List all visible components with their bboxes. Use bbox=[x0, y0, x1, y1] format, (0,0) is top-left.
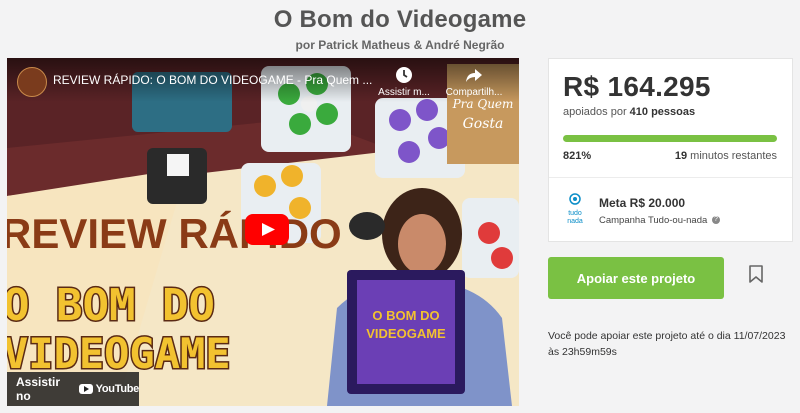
watch-later-button[interactable]: Assistir m... bbox=[369, 66, 439, 98]
time-remaining: 19 minutos restantes bbox=[675, 150, 777, 162]
box-text-2: VIDEOGAME bbox=[366, 326, 446, 341]
thumbnail-headline-2: O BOM DO bbox=[7, 280, 215, 331]
share-button[interactable]: Compartilh... bbox=[439, 66, 509, 98]
video-title[interactable]: REVIEW RÁPIDO: O BOM DO VIDEOGAME - Pra … bbox=[53, 73, 383, 87]
share-label: Compartilh... bbox=[445, 87, 503, 98]
funding-goal: Meta R$ 20.000 bbox=[599, 196, 686, 210]
page-title: O Bom do Videogame bbox=[273, 6, 527, 33]
thumbnail-headline-3: VIDEOGAME bbox=[7, 329, 231, 378]
tudo-ou-nada-icon: tudo nada bbox=[563, 192, 587, 226]
channel-avatar[interactable] bbox=[17, 67, 47, 97]
clock-icon bbox=[396, 67, 412, 83]
amount-raised: R$ 164.295 bbox=[563, 71, 711, 102]
tudo-ou-nada-symbol-icon bbox=[569, 193, 581, 205]
progress-percent: 821% bbox=[563, 150, 592, 162]
youtube-logo: YouTube bbox=[78, 383, 140, 395]
campaign-type-label: Campanha Tudo-ou-nada bbox=[599, 215, 708, 226]
time-label: minutos restantes bbox=[690, 150, 777, 162]
watch-on-label: Assistir no bbox=[16, 375, 61, 403]
byline: por Patrick Matheus & André Negrão bbox=[295, 38, 505, 52]
play-button-icon[interactable] bbox=[245, 214, 289, 245]
backers-count: 410 pessoas bbox=[629, 106, 696, 118]
watch-later-label: Assistir m... bbox=[378, 87, 430, 98]
campaign-type[interactable]: Campanha Tudo-ou-nada ? bbox=[599, 215, 720, 226]
video-player[interactable]: Pra Quem Gosta REVIEW RÁPIDO O BOM DO VI… bbox=[7, 58, 519, 406]
funding-stats-card: R$ 164.295 apoiados por 410 pessoas 821%… bbox=[548, 58, 793, 242]
progress-bar bbox=[563, 135, 777, 142]
share-icon bbox=[466, 69, 482, 82]
thumbnail-headline-1: REVIEW RÁPIDO bbox=[7, 210, 342, 257]
time-value: 19 bbox=[674, 150, 688, 162]
backers-text: apoiados por 410 pessoas bbox=[563, 106, 695, 118]
support-project-button[interactable]: Apoiar este projeto bbox=[548, 257, 724, 299]
backers-prefix: apoiados por bbox=[563, 106, 627, 118]
box-text-1: O BOM DO bbox=[372, 308, 439, 323]
help-icon[interactable]: ? bbox=[711, 216, 720, 225]
bookmark-icon[interactable] bbox=[747, 264, 765, 284]
deadline-text: Você pode apoiar este projeto até o dia … bbox=[548, 330, 786, 358]
watch-on-youtube-button[interactable]: Assistir no YouTube bbox=[7, 372, 139, 406]
tudo-icon-text-1: tudo bbox=[568, 210, 582, 217]
youtube-icon bbox=[78, 384, 93, 394]
youtube-wordmark: YouTube bbox=[95, 383, 140, 395]
logo-text-2: Gosta bbox=[463, 116, 504, 132]
tudo-icon-text-2: nada bbox=[567, 218, 583, 225]
card-divider bbox=[549, 177, 792, 178]
